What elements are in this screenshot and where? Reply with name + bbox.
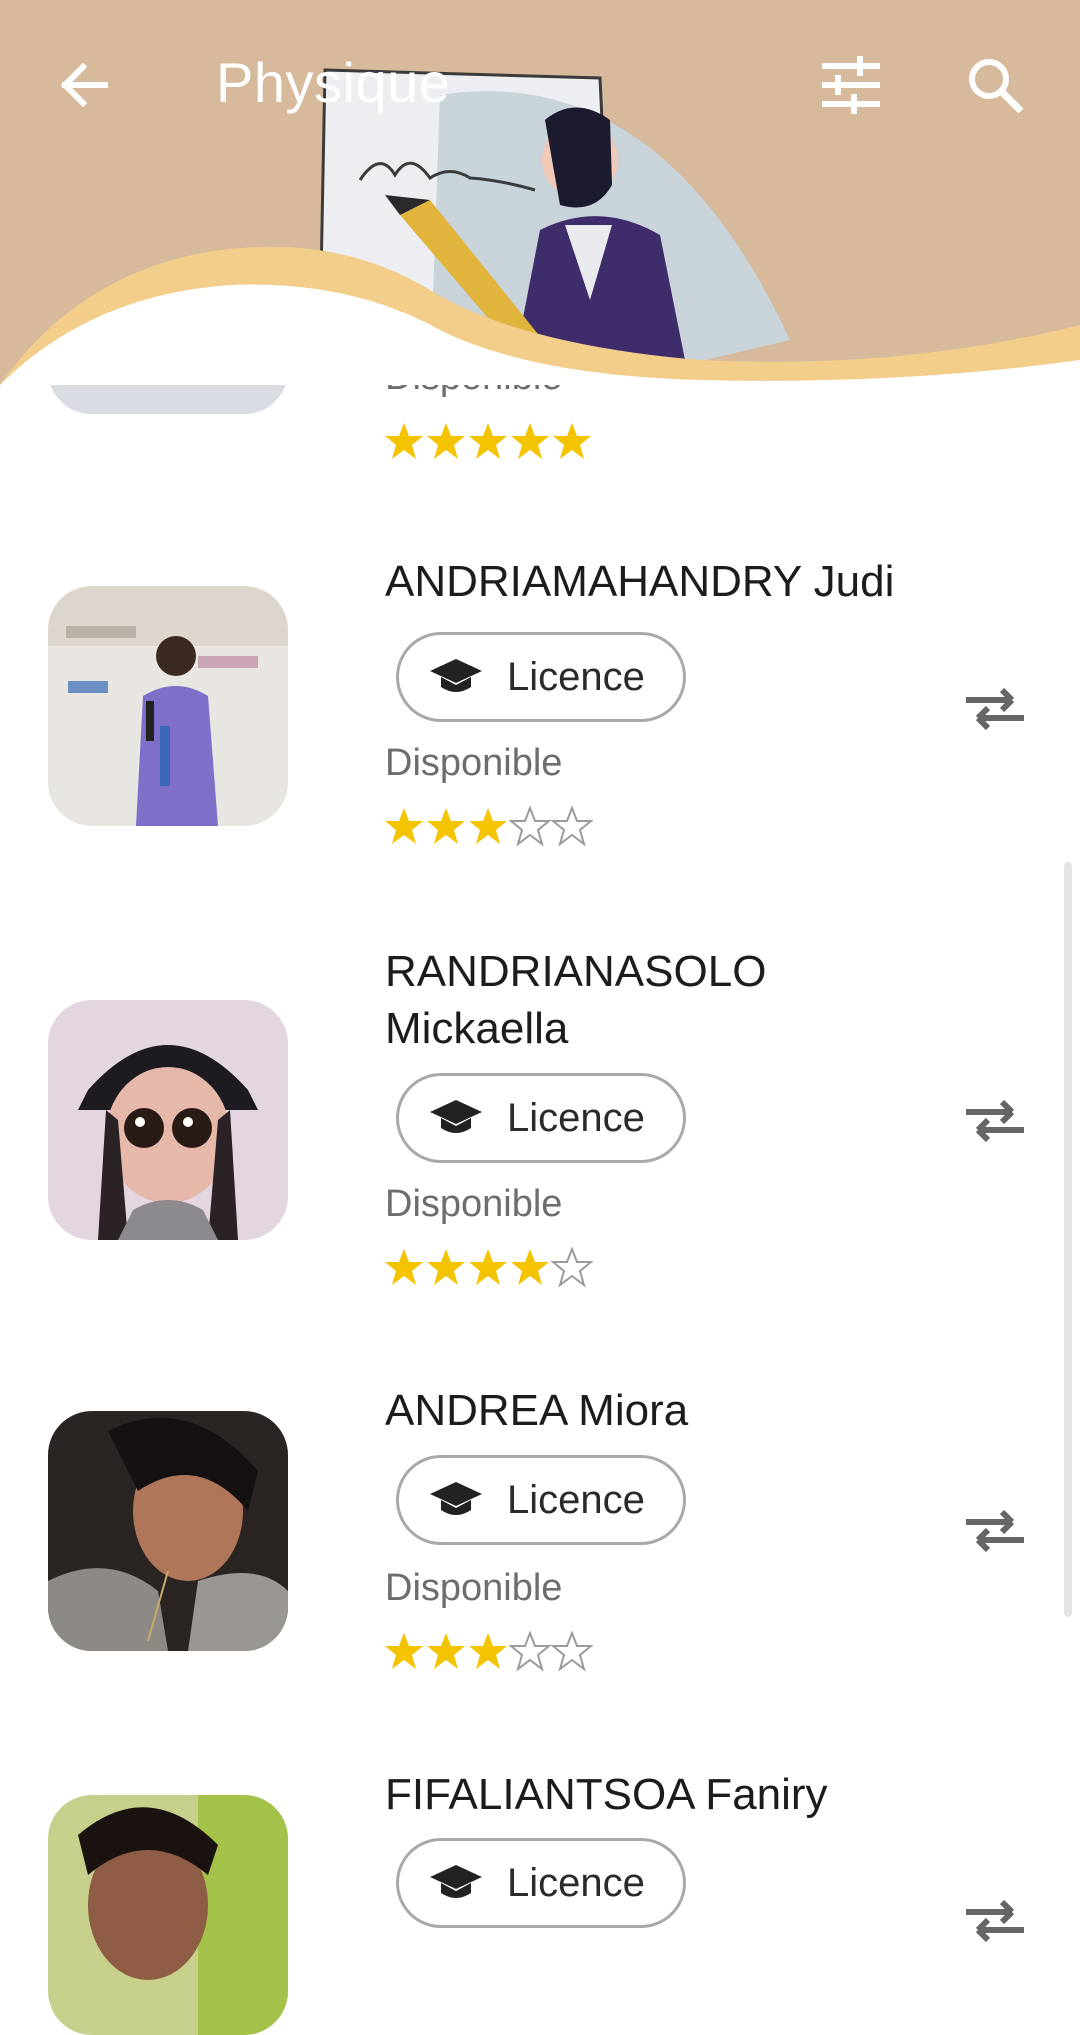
star-empty-icon — [551, 1630, 593, 1672]
back-button[interactable] — [38, 40, 128, 130]
avatar — [48, 586, 288, 826]
star-empty-icon — [509, 805, 551, 847]
graduation-cap-icon — [430, 1482, 482, 1515]
star-filled-icon — [553, 423, 591, 459]
graduation-cap-icon — [430, 659, 482, 692]
star-filled-icon — [469, 1249, 507, 1285]
swap-icon[interactable] — [955, 668, 1035, 748]
rating-stars — [383, 420, 593, 462]
star-empty-icon — [551, 805, 593, 847]
badge-label: Licence — [507, 1477, 645, 1522]
star-filled-icon — [385, 1633, 423, 1669]
page-title: Physique — [216, 51, 451, 114]
rating-stars — [383, 1630, 593, 1672]
status-text: Disponible — [385, 742, 563, 784]
badge-chip[interactable]: Licence — [396, 1838, 686, 1928]
star-filled-icon — [469, 423, 507, 459]
star-filled-icon — [511, 1249, 549, 1285]
rating-stars — [383, 1246, 593, 1288]
star-filled-icon — [385, 1249, 423, 1285]
badge-label: Licence — [507, 1860, 645, 1905]
star-empty-icon — [509, 1630, 551, 1672]
badge-label: Licence — [507, 1095, 645, 1140]
avatar — [48, 1000, 288, 1240]
header-illustration — [0, 68, 1080, 385]
badge-label: Licence — [507, 654, 645, 699]
arrow-back-icon — [60, 62, 108, 108]
search-icon — [969, 59, 1024, 114]
star-empty-icon — [551, 1246, 593, 1288]
star-filled-icon — [469, 1633, 507, 1669]
tutor-name: ANDREA Miora — [385, 1386, 689, 1435]
scrollbar[interactable] — [1064, 862, 1072, 1617]
avatar — [48, 1795, 288, 2035]
star-filled-icon — [469, 808, 507, 844]
swap-icon[interactable] — [955, 1080, 1035, 1160]
status-text: Disponible — [385, 1183, 563, 1225]
badge-chip[interactable]: Licence — [396, 1455, 686, 1545]
star-filled-icon — [511, 423, 549, 459]
star-filled-icon — [427, 423, 465, 459]
star-filled-icon — [385, 808, 423, 844]
tutor-name: FIFALIANTSOA Faniry — [385, 1770, 828, 1819]
rating-stars — [383, 805, 593, 847]
filter-button[interactable] — [806, 40, 896, 130]
star-filled-icon — [427, 808, 465, 844]
avatar — [48, 1411, 288, 1651]
badge-chip[interactable]: Licence — [396, 1073, 686, 1163]
swap-icon[interactable] — [955, 1490, 1035, 1570]
search-button[interactable] — [950, 40, 1040, 130]
graduation-cap-icon — [430, 1100, 482, 1133]
status-text: Disponible — [385, 1567, 563, 1609]
star-filled-icon — [427, 1249, 465, 1285]
graduation-cap-icon — [430, 1865, 482, 1898]
star-filled-icon — [385, 423, 423, 459]
tune-icon — [822, 56, 880, 114]
swap-icon[interactable] — [955, 1880, 1035, 1960]
tutor-name: ANDRIAMAHANDRY Judi — [385, 557, 895, 606]
app-header: Physique — [0, 0, 1080, 385]
badge-chip[interactable]: Licence — [396, 632, 686, 722]
star-filled-icon — [427, 1633, 465, 1669]
tutor-name: RANDRIANASOLO Mickaella — [385, 947, 767, 1053]
